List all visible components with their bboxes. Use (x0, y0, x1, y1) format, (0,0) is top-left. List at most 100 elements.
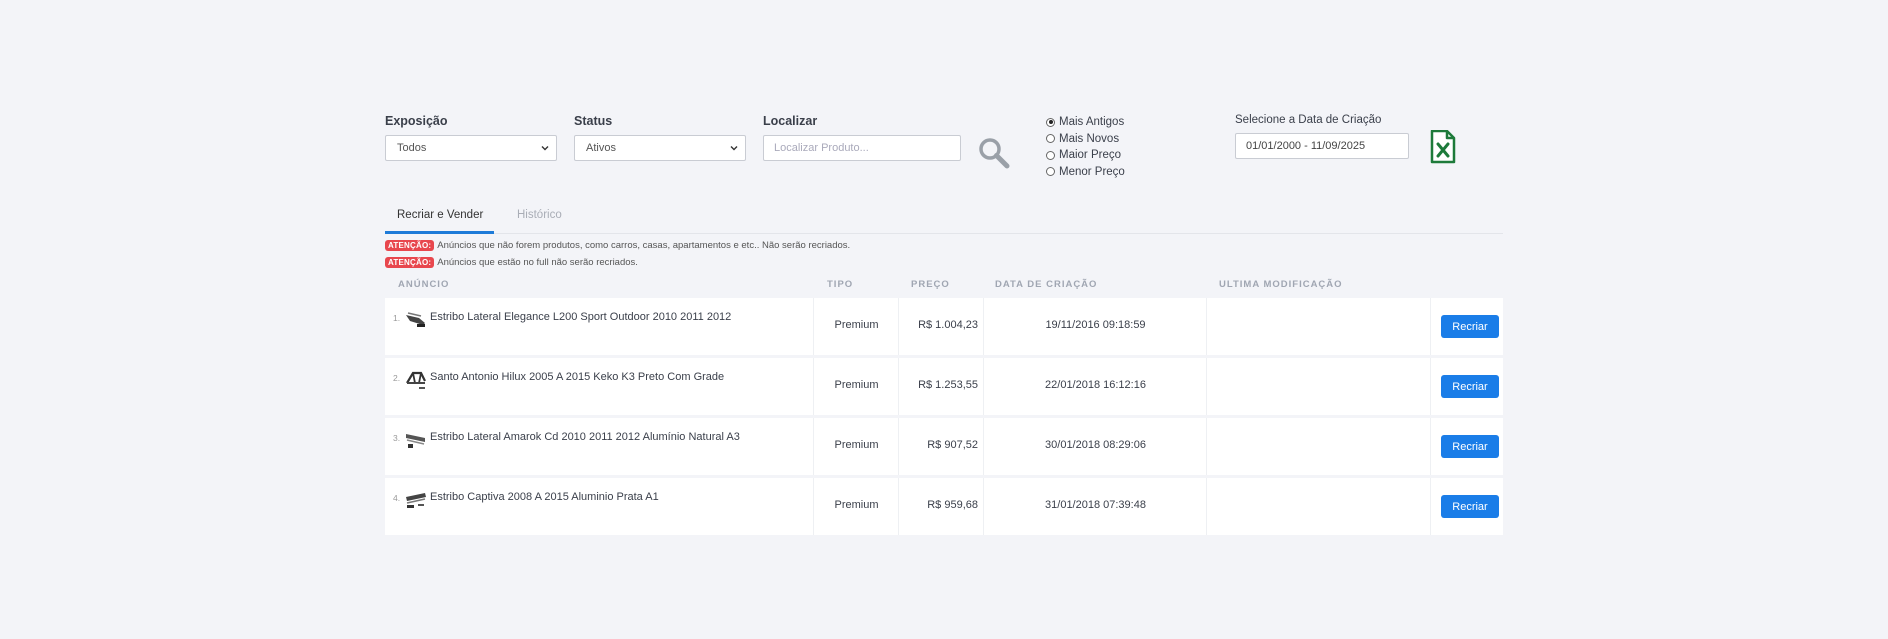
column-header-data-criacao: DATA DE CRIAÇÃO (995, 279, 1098, 290)
anuncio-cell: 3. Estribo Lateral Amarok Cd 2010 2011 2… (385, 418, 813, 475)
tab-recriar-e-vender[interactable]: Recriar e Vender (397, 209, 483, 221)
status-value: Ativos (586, 142, 616, 154)
table-row: 1. Estribo Lateral Elegance L200 Sport O… (385, 298, 1503, 355)
search-input[interactable]: Localizar Produto... (763, 135, 961, 161)
recriar-button[interactable]: Recriar (1441, 315, 1499, 338)
data-criacao-cell: 30/01/2018 08:29:06 (983, 418, 1207, 475)
alert-text: Anúncios que estão no full não serão rec… (437, 257, 638, 268)
action-cell: Recriar (1430, 478, 1504, 535)
data-criacao-cell: 19/11/2016 09:18:59 (983, 298, 1207, 355)
preco-cell: R$ 959,68 (898, 478, 984, 535)
tipo-value: Premium (834, 319, 879, 331)
anuncio-cell: 4. Estribo Captiva 2008 A 2015 Aluminio … (385, 478, 813, 535)
table-header: ANÚNCIO TIPO PREÇO DATA DE CRIAÇÃO ULTIM… (385, 272, 1503, 298)
recriar-button[interactable]: Recriar (1441, 495, 1499, 518)
column-header-preco: PREÇO (911, 279, 950, 290)
row-index: 1. (393, 313, 401, 323)
data-criacao-cell: 31/01/2018 07:39:48 (983, 478, 1207, 535)
exposicao-label: Exposição (385, 114, 448, 128)
data-criacao-cell: 22/01/2018 16:12:16 (983, 358, 1207, 415)
row-index: 4. (393, 493, 401, 503)
radio-label: Mais Novos (1059, 132, 1120, 145)
tipo-cell: Premium (813, 358, 899, 415)
date-filter: Selecione a Data de Criação 01/01/2000 -… (1235, 114, 1409, 159)
status-select[interactable]: Ativos (574, 135, 746, 161)
preco-value: R$ 1.253,55 (918, 379, 978, 391)
recriar-button[interactable]: Recriar (1441, 375, 1499, 398)
table-row: 3. Estribo Lateral Amarok Cd 2010 2011 2… (385, 418, 1503, 475)
radio-button[interactable] (1046, 167, 1055, 177)
tipo-cell: Premium (813, 478, 899, 535)
data-criacao-value: 30/01/2018 08:29:06 (1045, 439, 1146, 451)
product-title[interactable]: Estribo Lateral Amarok Cd 2010 2011 2012… (430, 431, 740, 443)
ultima-modificacao-cell (1206, 298, 1431, 355)
product-title[interactable]: Estribo Lateral Elegance L200 Sport Outd… (430, 311, 731, 323)
preco-value: R$ 959,68 (927, 499, 978, 511)
search-placeholder: Localizar Produto... (774, 142, 869, 154)
sort-option-maior-preco[interactable]: Maior Preço (1046, 147, 1125, 164)
product-thumbnail (406, 312, 425, 327)
product-thumbnail (406, 371, 426, 389)
search-icon[interactable] (977, 136, 1011, 170)
radio-label: Menor Preço (1059, 165, 1125, 178)
action-cell: Recriar (1430, 298, 1504, 355)
ultima-modificacao-cell (1206, 478, 1431, 535)
alert-message: ATENÇÃO: Anúncios que não forem produtos… (385, 238, 1503, 253)
anuncio-cell: 2. Santo Antonio Hilux 2005 A 2015 Keko … (385, 358, 813, 415)
product-thumbnail (406, 493, 426, 508)
recriar-button[interactable]: Recriar (1441, 435, 1499, 458)
table-row: 4. Estribo Captiva 2008 A 2015 Aluminio … (385, 478, 1503, 535)
status-filter: Status Ativos (574, 114, 746, 161)
attention-badge: ATENÇÃO: (385, 257, 435, 268)
chevron-down-icon (541, 146, 549, 151)
preco-cell: R$ 907,52 (898, 418, 984, 475)
date-range-value: 01/01/2000 - 11/09/2025 (1246, 140, 1366, 152)
product-title[interactable]: Santo Antonio Hilux 2005 A 2015 Keko K3 … (430, 371, 724, 383)
preco-value: R$ 1.004,23 (918, 319, 978, 331)
radio-label: Mais Antigos (1059, 116, 1125, 129)
sort-radio-group: Mais Antigos Mais Novos Maior Preço Meno… (1046, 114, 1125, 180)
data-criacao-value: 22/01/2018 16:12:16 (1045, 379, 1146, 391)
preco-value: R$ 907,52 (927, 439, 978, 451)
active-tab-indicator (385, 231, 494, 234)
ultima-modificacao-cell (1206, 418, 1431, 475)
tab-historico[interactable]: Histórico (517, 209, 562, 221)
tipo-cell: Premium (813, 298, 899, 355)
sort-option-menor-preco[interactable]: Menor Preço (1046, 164, 1125, 181)
action-cell: Recriar (1430, 358, 1504, 415)
tipo-value: Premium (834, 439, 879, 451)
chevron-down-icon (730, 146, 738, 151)
anuncio-cell: 1. Estribo Lateral Elegance L200 Sport O… (385, 298, 813, 355)
date-range-input[interactable]: 01/01/2000 - 11/09/2025 (1235, 133, 1409, 159)
ultima-modificacao-cell (1206, 358, 1431, 415)
localizar-filter: Localizar Localizar Produto... (763, 114, 961, 161)
exposicao-filter: Exposição Todos (385, 114, 557, 161)
data-criacao-value: 31/01/2018 07:39:48 (1045, 499, 1146, 511)
alert-message: ATENÇÃO: Anúncios que estão no full não … (385, 255, 1503, 270)
exposicao-value: Todos (397, 142, 427, 154)
preco-cell: R$ 1.253,55 (898, 358, 984, 415)
excel-icon[interactable] (1430, 130, 1456, 164)
localizar-label: Localizar (763, 114, 818, 128)
tabs-bar: Recriar e Vender Histórico (385, 201, 1503, 234)
product-title[interactable]: Estribo Captiva 2008 A 2015 Aluminio Pra… (430, 491, 659, 503)
row-index: 3. (393, 433, 401, 443)
tipo-value: Premium (834, 379, 879, 391)
column-header-tipo: TIPO (827, 279, 854, 290)
data-criacao-value: 19/11/2016 09:18:59 (1045, 319, 1146, 331)
status-label: Status (574, 114, 613, 128)
sort-option-mais-antigos[interactable]: Mais Antigos (1046, 114, 1125, 131)
attention-badge: ATENÇÃO: (385, 240, 435, 251)
tipo-cell: Premium (813, 418, 899, 475)
radio-button[interactable] (1046, 134, 1055, 144)
alert-text: Anúncios que não forem produtos, como ca… (437, 240, 851, 251)
row-index: 2. (393, 373, 401, 383)
tipo-value: Premium (834, 499, 879, 511)
table-row: 2. Santo Antonio Hilux 2005 A 2015 Keko … (385, 358, 1503, 415)
sort-option-mais-novos[interactable]: Mais Novos (1046, 131, 1125, 148)
radio-button[interactable] (1046, 117, 1055, 127)
main-container: Exposição Todos Status Ativos Localizar … (385, 108, 1503, 538)
radio-button[interactable] (1046, 150, 1055, 160)
exposicao-select[interactable]: Todos (385, 135, 557, 161)
column-header-anuncio: ANÚNCIO (398, 279, 450, 290)
